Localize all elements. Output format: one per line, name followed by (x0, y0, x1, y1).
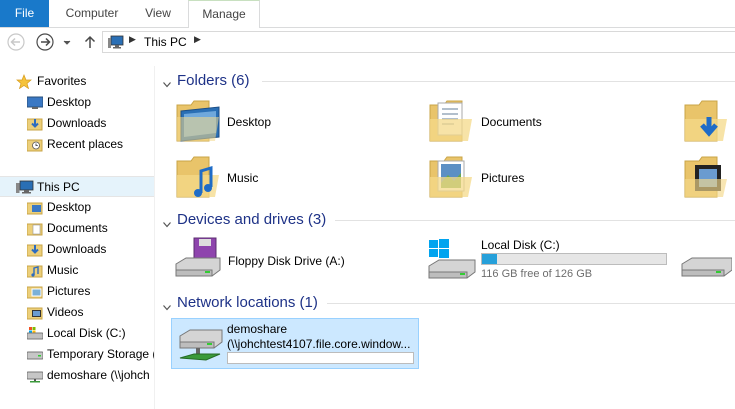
music-folder-icon (175, 153, 221, 204)
nav-thispc-videos[interactable]: Videos (0, 302, 154, 323)
nav-item-label: Downloads (47, 116, 107, 130)
network-location-usage-bar (227, 352, 414, 364)
recent-places-icon (26, 137, 43, 152)
collapse-chevron-icon[interactable] (163, 77, 171, 88)
nav-thispc-pictures[interactable]: Pictures (0, 281, 154, 302)
nav-thispc-documents[interactable]: Documents (0, 218, 154, 239)
nav-item-label: Documents (47, 221, 108, 235)
group-divider (327, 303, 735, 304)
folder-label: Documents (481, 115, 542, 129)
nav-favorites-label: Favorites (37, 74, 87, 88)
address-bar[interactable]: ▶ This PC ▶ (102, 31, 735, 53)
nav-item-label: Local Disk (C:) (47, 326, 126, 340)
nav-favorites[interactable]: Favorites (0, 71, 154, 92)
nav-favorites-recent-places[interactable]: Recent places (0, 134, 154, 155)
back-button[interactable] (6, 32, 26, 52)
documents-folder-icon (26, 221, 43, 236)
drive-label: Local Disk (C:) (481, 238, 560, 252)
videos-folder-icon (683, 153, 729, 204)
tab-computer[interactable]: Computer (52, 0, 132, 27)
navigation-bar: ▶ This PC ▶ (0, 28, 735, 58)
tab-view[interactable]: View (136, 0, 180, 27)
folder-label: Music (227, 171, 259, 185)
collapse-chevron-icon[interactable] (163, 217, 171, 228)
collapse-chevron-icon[interactable] (163, 300, 171, 311)
documents-folder-icon (428, 97, 474, 148)
drive-icon (26, 347, 44, 362)
downloads-folder-icon (26, 116, 43, 131)
pictures-folder-icon (428, 153, 474, 204)
this-pc-icon (16, 180, 34, 195)
nav-favorites-desktop[interactable]: Desktop (0, 92, 154, 113)
local-disk-icon (26, 326, 44, 341)
desktop-icon (26, 95, 44, 110)
breadcrumb-this-pc[interactable]: This PC (144, 35, 187, 49)
nav-item-label: Downloads (47, 242, 107, 256)
breadcrumb-separator-icon: ▶ (194, 34, 201, 44)
nav-favorites-downloads[interactable]: Downloads (0, 113, 154, 134)
recent-locations-chevron-icon[interactable] (60, 32, 74, 52)
nav-this-pc[interactable]: This PC (0, 176, 154, 197)
up-arrow-button[interactable] (82, 32, 98, 52)
group-divider (335, 220, 735, 221)
nav-thispc-desktop[interactable]: Desktop (0, 197, 154, 218)
group-heading-network[interactable]: Network locations (1) (177, 294, 318, 311)
nav-item-label: demoshare (\\johch (47, 368, 150, 382)
forward-button[interactable] (35, 32, 55, 52)
local-disk-usage-fill (482, 254, 497, 264)
local-disk-free-space: 116 GB free of 126 GB (481, 268, 593, 280)
videos-folder-icon (26, 305, 43, 320)
desktop-folder-icon (175, 97, 221, 148)
nav-item-label: Desktop (47, 95, 92, 109)
tab-manage[interactable]: Manage (188, 0, 260, 28)
nav-thispc-demoshare[interactable]: demoshare (\\johch (0, 365, 154, 386)
floppy-drive-icon (172, 236, 222, 285)
nav-item-label: Desktop (47, 200, 92, 214)
group-heading-folders[interactable]: Folders (6) (177, 72, 250, 89)
nav-thispc-music[interactable]: Music (0, 260, 154, 281)
local-disk-usage-bar (481, 253, 667, 265)
drive-label: Floppy Disk Drive (A:) (228, 254, 345, 268)
ribbon: File Computer View Manage (0, 0, 735, 28)
network-location-name: demoshare (227, 322, 288, 336)
drive-icon (680, 246, 733, 285)
navigation-pane: Favorites Desktop Downloads Recent place… (0, 66, 155, 409)
nav-item-label: Recent places (47, 137, 124, 151)
group-heading-devices[interactable]: Devices and drives (3) (177, 211, 326, 228)
tab-file[interactable]: File (0, 0, 49, 27)
this-pc-icon (108, 35, 124, 52)
downloads-folder-icon (26, 242, 43, 257)
nav-thispc-local-disk[interactable]: Local Disk (C:) (0, 323, 154, 344)
star-icon (16, 74, 32, 90)
nav-thispc-temporary-storage[interactable]: Temporary Storage ( (0, 344, 154, 365)
group-divider (262, 81, 735, 82)
network-location-path: (\\johchtest4107.file.core.window... (227, 337, 411, 351)
local-disk-icon (425, 236, 477, 285)
nav-item-label: Temporary Storage ( (47, 347, 154, 361)
nav-item-label: Music (47, 263, 79, 277)
network-drive-icon (26, 368, 44, 383)
breadcrumb-separator-icon: ▶ (129, 34, 136, 44)
desktop-folder-icon (26, 200, 43, 215)
nav-item-label: Pictures (47, 284, 91, 298)
nav-item-label: Videos (47, 305, 84, 319)
network-drive-icon (176, 324, 226, 369)
folder-label: Desktop (227, 115, 272, 129)
pictures-folder-icon (26, 284, 43, 299)
nav-this-pc-label: This PC (37, 180, 80, 194)
nav-thispc-downloads[interactable]: Downloads (0, 239, 154, 260)
music-folder-icon (26, 263, 43, 278)
downloads-folder-icon (683, 97, 729, 148)
folder-label: Pictures (481, 171, 525, 185)
